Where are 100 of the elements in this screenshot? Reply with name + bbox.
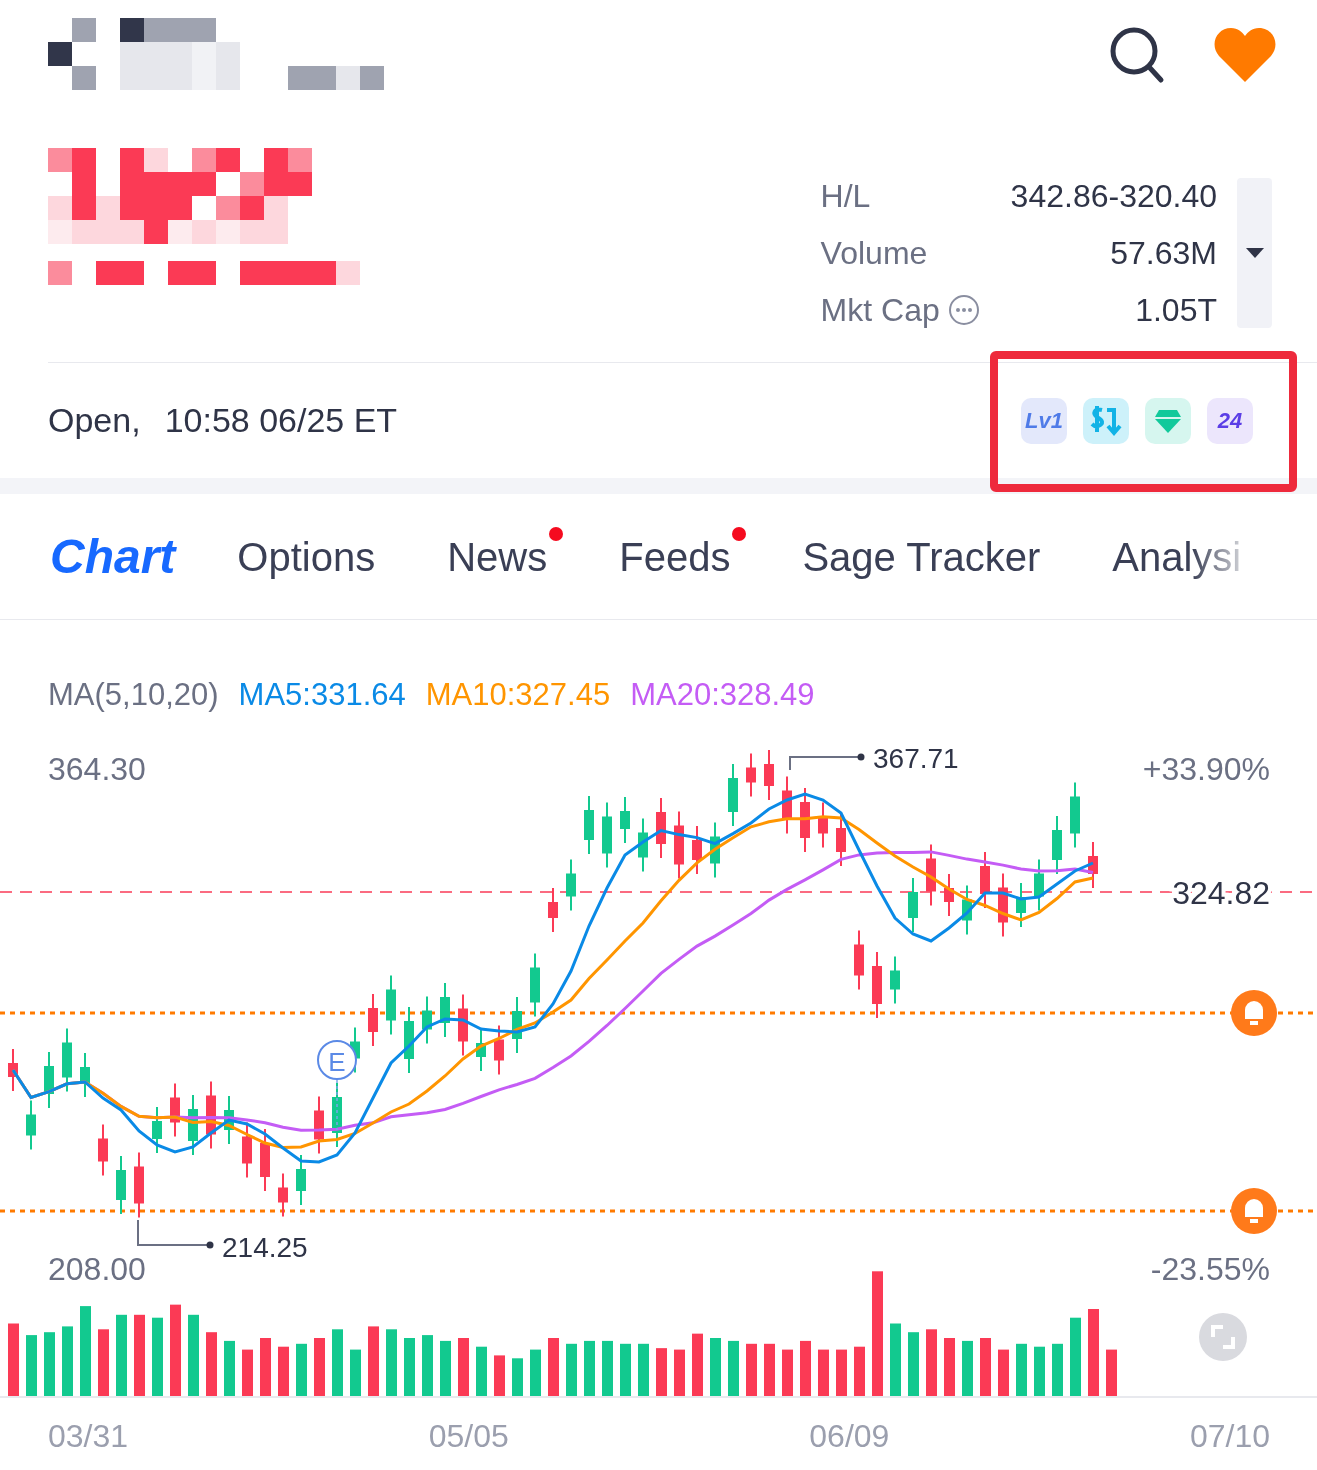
candlestick [296, 1154, 306, 1206]
candlestick [26, 1099, 36, 1151]
volume-bar [1052, 1343, 1063, 1396]
volume-bar [1106, 1349, 1117, 1396]
volume-bar [998, 1349, 1009, 1396]
candlestick [548, 887, 558, 933]
candlestick [800, 787, 810, 853]
volume-bar [224, 1340, 235, 1396]
candlestick [494, 1024, 504, 1076]
candlestick [584, 795, 594, 855]
alert-bell-icon[interactable] [1231, 1188, 1277, 1234]
candlestick [764, 749, 774, 801]
candlestick [710, 821, 720, 879]
legend-value: MA20:328.49 [630, 676, 815, 714]
stat-value: 57.63M [1109, 234, 1217, 273]
volume-bar [242, 1349, 253, 1396]
candlestick [512, 996, 522, 1054]
candlestick [656, 797, 666, 859]
volume-bar [692, 1333, 703, 1396]
volume-bar [746, 1343, 757, 1396]
volume-bar [278, 1346, 289, 1396]
volume-bar [728, 1340, 739, 1396]
candlestick [440, 982, 450, 1038]
candlestick [1052, 815, 1062, 875]
volume-bar [584, 1340, 595, 1396]
candlestick [116, 1155, 126, 1215]
volume-bar [854, 1346, 865, 1396]
volume-bar [530, 1349, 541, 1396]
legend-label: MA(5,10,20) [48, 676, 219, 714]
low-price-label: 214.25 [222, 1232, 308, 1263]
candlestick [170, 1082, 180, 1138]
volume-bar [674, 1349, 685, 1396]
candlestick [530, 952, 540, 1018]
candlestick [638, 817, 648, 873]
candlestick [836, 813, 846, 867]
volume-bar [44, 1332, 55, 1396]
candlestick [890, 955, 900, 1005]
candlestick [422, 995, 432, 1045]
candlestick [62, 1027, 72, 1093]
tab[interactable]: Sage Tracker [802, 526, 1057, 587]
search-icon[interactable] [1109, 26, 1165, 84]
heart-icon[interactable] [1213, 26, 1277, 84]
candlestick [386, 974, 396, 1036]
volume-bar [638, 1343, 649, 1396]
price-axis-label: 364.30 [48, 751, 146, 787]
volume-bar [332, 1329, 343, 1396]
candlestick [278, 1172, 288, 1218]
volume-bar [62, 1326, 73, 1396]
volume-bar [350, 1349, 361, 1396]
market-status: Open, [48, 400, 141, 441]
more-icon[interactable] [947, 294, 980, 326]
legend-value: MA5:331.64 [238, 676, 406, 714]
volume-bar [1016, 1343, 1027, 1396]
volume-bar [98, 1329, 109, 1396]
candlestick [1034, 858, 1044, 912]
candlestick [80, 1052, 90, 1098]
price-axis-label: 208.00 [48, 1251, 146, 1287]
fullscreen-icon[interactable] [1199, 1313, 1247, 1361]
current-price-label: 324.82 [1172, 875, 1270, 911]
candlestick [98, 1123, 108, 1177]
high-price-label: 367.71 [873, 743, 959, 774]
volume-bar [548, 1338, 559, 1396]
candlestick [152, 1106, 162, 1154]
candlestick [404, 1006, 414, 1074]
event-marker[interactable] [317, 1040, 357, 1080]
volume-bar [368, 1326, 379, 1396]
stat-label: Mkt Cap [820, 291, 940, 330]
candlestick [44, 1051, 54, 1109]
volume-bar [26, 1335, 37, 1396]
volume-bar [440, 1340, 451, 1396]
volume-bar [944, 1338, 955, 1396]
candlestick [134, 1151, 144, 1219]
tab[interactable]: Options [237, 526, 392, 587]
candlestick [854, 929, 864, 991]
candlestick [1088, 841, 1098, 889]
alert-bell-icon[interactable] [1231, 990, 1277, 1036]
candlestick [692, 825, 702, 875]
stat-value: 342.86-320.40 [1010, 177, 1217, 216]
volume-bar [386, 1329, 397, 1396]
tab[interactable]: News [447, 526, 564, 587]
candlestick [998, 872, 1008, 938]
volume-bar [206, 1332, 217, 1396]
volume-bar [1034, 1346, 1045, 1396]
candlestick [314, 1095, 324, 1155]
candlestick [260, 1128, 270, 1192]
volume-bar [836, 1349, 847, 1396]
candlestick [944, 873, 954, 917]
volume-bar [782, 1349, 793, 1396]
volume-bar [926, 1329, 937, 1396]
volume-bar [620, 1343, 631, 1396]
hours-badge[interactable]: 24 [1207, 397, 1253, 444]
volume-bar [512, 1358, 523, 1396]
caret-icon [1245, 248, 1264, 258]
tab[interactable]: Feeds [619, 526, 747, 587]
tab[interactable]: Analysi [1112, 526, 1258, 587]
volume-bar [314, 1338, 325, 1396]
candlestick [962, 884, 972, 936]
candlestick [980, 851, 990, 909]
candlestick [602, 801, 612, 869]
volume-bar [458, 1338, 469, 1396]
